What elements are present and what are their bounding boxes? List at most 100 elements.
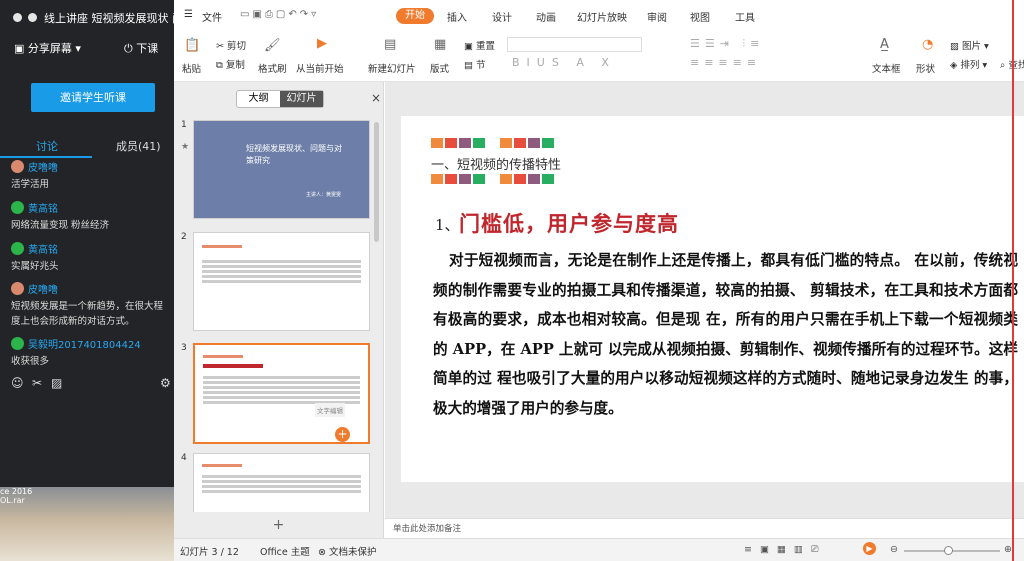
invite-students-button[interactable]: 邀请学生听课 <box>31 83 155 112</box>
cut-label: 剪切 <box>226 41 246 52</box>
tab-insert[interactable]: 插入 <box>447 9 467 24</box>
font-name-select[interactable] <box>507 37 642 52</box>
zoom-slider-handle[interactable] <box>944 546 953 555</box>
tab-start[interactable]: 开始 <box>396 8 434 24</box>
settings-icon[interactable]: ⚙ <box>160 376 171 390</box>
slide-counter: 幻灯片 3 / 12 <box>180 547 239 558</box>
textbox-icon[interactable]: A̲ <box>880 37 889 52</box>
section-title: 一、短视频的传播特性 <box>431 158 562 173</box>
slide-thumbnail-4[interactable] <box>193 453 370 513</box>
slide-thumbnail-3[interactable]: 文字编辑 + <box>193 343 370 444</box>
heading-number: 1、 <box>435 216 460 234</box>
theme-name: Office 主题 <box>260 547 310 558</box>
slide-thumbnail-2[interactable] <box>193 232 370 331</box>
slide-number: 3 <box>181 343 187 353</box>
tab-design[interactable]: 设计 <box>492 9 512 24</box>
font-style-icons[interactable]: BIUS A X <box>512 56 616 69</box>
close-pane-icon[interactable]: × <box>371 91 381 105</box>
slideshow-play-icon[interactable]: ▶ <box>863 542 876 555</box>
tab-review[interactable]: 审阅 <box>647 9 667 24</box>
ribbon-toolbar: 📋 粘贴 ✂ 剪切 ⧉ 复制 🖌 格式刷 ▶ 从当前开始 ▤ 新建幻灯片 ▦ 版… <box>174 32 1024 82</box>
picture-button[interactable]: ▨ 图片 ▾ <box>950 38 989 52</box>
notes-area[interactable]: 单击此处添加备注 <box>385 518 1024 538</box>
format-painter-icon[interactable]: 🖌 <box>264 38 281 53</box>
paste-icon[interactable]: 📋 <box>184 38 200 53</box>
zoom-in-icon[interactable]: ⊕ <box>1004 544 1012 555</box>
thumb-title: 短视频发展现状、问题与对策研究 <box>246 144 342 165</box>
tab-discussion[interactable]: 讨论 <box>36 138 58 154</box>
tab-slideshow[interactable]: 幻灯片放映 <box>577 9 627 24</box>
play-icon[interactable]: ▶ <box>317 36 327 51</box>
reset-button[interactable]: ▣ 重置 <box>464 38 495 52</box>
message-text: 活学活用 <box>11 179 50 190</box>
message-text: 收获很多 <box>11 356 50 367</box>
slide-number: 4 <box>181 453 187 463</box>
chat-toolbar: ☺ ✂ ▨ ⚙ <box>0 372 174 394</box>
current-slide[interactable]: 一、短视频的传播特性 1、 门槛低，用户参与度高 对于短视频而言，无论是在制作上… <box>401 116 1024 482</box>
quick-access-icons[interactable]: ▭▣⎙▢↶↷▿ <box>240 9 319 20</box>
tab-tools[interactable]: 工具 <box>735 9 755 24</box>
thumb-subtitle: 主讲人：黄雯雯 <box>306 192 342 198</box>
add-slide-icon[interactable]: + <box>335 427 350 442</box>
arrange-button[interactable]: ◈ 排列 ▾ <box>950 57 987 71</box>
end-class-button[interactable]: ⏻ 下课 <box>124 40 158 56</box>
from-current-button[interactable]: 从当前开始 <box>296 61 344 75</box>
layout-icon[interactable]: ▦ <box>434 37 446 52</box>
menu-file[interactable]: 文件 <box>202 9 222 24</box>
tab-outline[interactable]: 大纲 <box>237 91 280 107</box>
share-screen-label: 分享屏幕 <box>27 42 72 55</box>
new-slide-button[interactable]: 新建幻灯片 <box>368 61 416 75</box>
tab-view[interactable]: 视图 <box>690 9 710 24</box>
close-dot[interactable] <box>13 13 22 22</box>
chat-message: 皮噜噜 短视频发展是一个新趋势，在很大程度上也会形成新的对话方式。 <box>11 281 171 329</box>
layout-button[interactable]: 版式 <box>430 61 449 75</box>
avatar <box>11 281 24 295</box>
add-slide-button[interactable]: + <box>174 512 383 538</box>
minimize-dot[interactable] <box>28 13 37 22</box>
cut-button[interactable]: ✂ 剪切 <box>216 38 246 52</box>
wechat-avatar-icon <box>11 241 24 255</box>
section-label: 节 <box>476 60 486 71</box>
slide-number: 1 <box>181 120 187 130</box>
slide-thumbnail-1[interactable]: 短视频发展现状、问题与对策研究 主讲人：黄雯雯 <box>193 120 370 219</box>
copy-button[interactable]: ⧉ 复制 <box>216 57 245 71</box>
desktop-file-label[interactable]: OL.rar <box>0 496 25 505</box>
slide-editing-area: 一、短视频的传播特性 1、 门槛低，用户参与度高 对于短视频而言，无论是在制作上… <box>385 82 1024 518</box>
view-mode-icons[interactable]: ≡▣▦▥⎚ <box>744 544 827 555</box>
sender-name: 黄高铭 <box>28 244 58 256</box>
slide-thumbnails-pane: 大纲 幻灯片 × 1 ★ 短视频发展现状、问题与对策研究 主讲人：黄雯雯 2 3… <box>174 82 384 538</box>
shape-button[interactable]: 形状 <box>916 61 935 75</box>
shape-icon[interactable]: ◔ <box>922 37 933 52</box>
floating-edit-tooltip: 文字编辑 <box>315 403 345 417</box>
hamburger-menu-icon[interactable]: ☰ <box>184 9 193 20</box>
pane-tabs: 大纲 幻灯片 <box>236 90 324 108</box>
scissors-icon[interactable]: ✂ <box>32 376 42 390</box>
screen-edge-marker <box>1012 0 1014 561</box>
live-lecture-panel: 线上讲座 短视频发展现状 问题 ▣ 分享屏幕 ▾ ⏻ 下课 邀请学生听课 讨论 … <box>0 0 174 487</box>
tab-slides[interactable]: 幻灯片 <box>280 91 323 107</box>
wechat-avatar-icon <box>11 336 24 350</box>
image-icon[interactable]: ▨ <box>51 376 62 390</box>
sender-name: 黄高铭 <box>28 203 58 215</box>
desktop-file-label[interactable]: ce 2016 <box>0 487 32 496</box>
share-screen-button[interactable]: ▣ 分享屏幕 ▾ <box>14 40 81 56</box>
section-button[interactable]: ▤ 节 <box>464 57 486 71</box>
notes-placeholder: 单击此处添加备注 <box>393 524 462 534</box>
paragraph-icons[interactable]: ☰☰⇥ ⫶≡ <box>690 37 764 51</box>
tab-animation[interactable]: 动画 <box>536 9 556 24</box>
slide-body-text[interactable]: 对于短视频而言，无论是在制作上还是传播上，都具有低门槛的特点。 在以前，传统视频… <box>433 246 1018 423</box>
sender-name: 皮噜噜 <box>28 284 58 296</box>
format-painter-button[interactable]: 格式刷 <box>258 61 287 75</box>
caret-down-icon: ▾ <box>75 42 81 55</box>
find-label: 查找 <box>1008 60 1024 71</box>
zoom-out-icon[interactable]: ⊖ <box>890 544 898 555</box>
textbox-button[interactable]: 文本框 <box>872 61 901 75</box>
picture-label: 图片 <box>962 41 982 52</box>
document-protection[interactable]: ⊗ 文档未保护 <box>318 544 377 558</box>
new-slide-icon[interactable]: ▤ <box>384 37 396 52</box>
align-icons[interactable]: ≡≡≡≡≡ <box>690 56 761 69</box>
tab-members[interactable]: 成员(41) <box>116 138 161 154</box>
pane-scrollbar[interactable] <box>374 122 379 242</box>
paste-button[interactable]: 粘贴 <box>182 61 201 75</box>
emoji-icon[interactable]: ☺ <box>11 376 24 390</box>
